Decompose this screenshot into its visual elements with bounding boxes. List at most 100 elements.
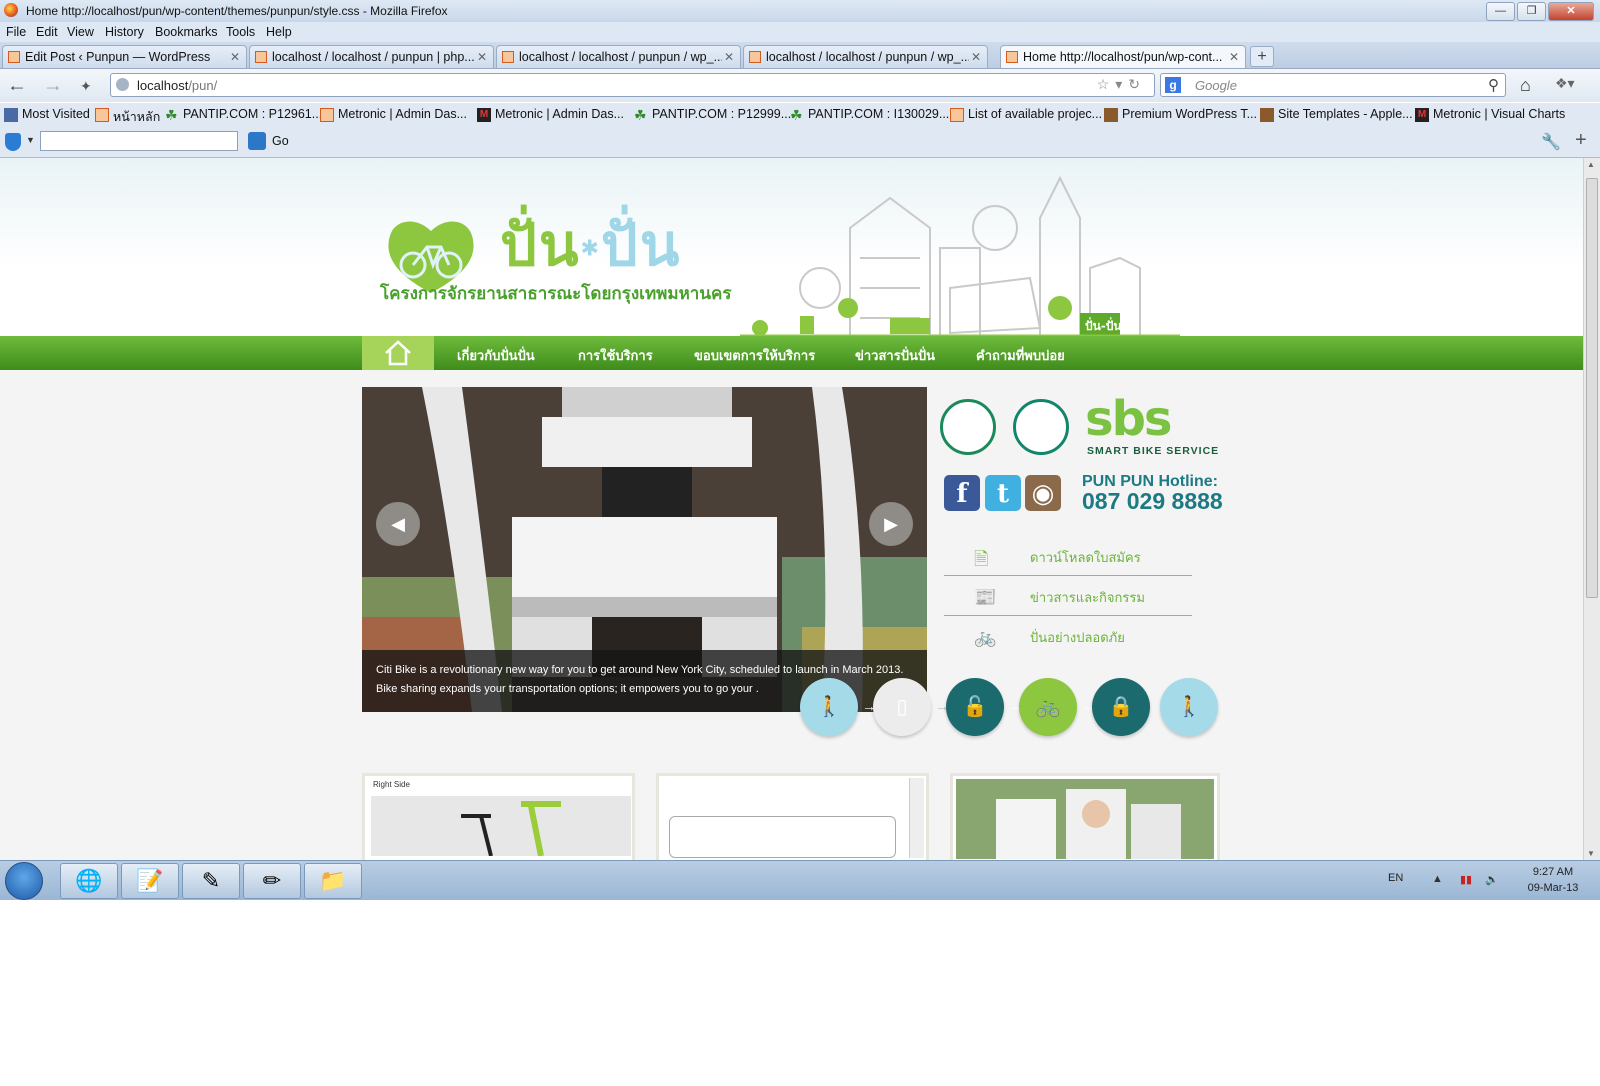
- tab-2[interactable]: localhost / localhost / punpun | php... …: [249, 45, 494, 68]
- close-tab-icon[interactable]: ✕: [230, 50, 240, 64]
- close-tab-icon[interactable]: ✕: [1229, 50, 1239, 64]
- bookmark-item[interactable]: ☘ PANTIP.COM : P12961...: [165, 107, 322, 122]
- tab-5-active[interactable]: Home http://localhost/pun/wp-cont... ✕: [1000, 45, 1246, 68]
- caption-line-1: Citi Bike is a revolutionary new way for…: [376, 664, 904, 676]
- tab-4[interactable]: localhost / localhost / punpun / wp_... …: [743, 45, 988, 68]
- go-icon[interactable]: [248, 132, 266, 150]
- language-indicator[interactable]: EN: [1388, 872, 1403, 884]
- photo-card[interactable]: [950, 773, 1220, 860]
- site-brand: ปั่น✱ปั่น: [500, 211, 682, 279]
- slider-next-button[interactable]: ▶: [869, 502, 913, 546]
- taskbar-notepad[interactable]: ✏: [243, 863, 301, 899]
- walk-icon: 🚶: [800, 678, 858, 736]
- nav-home-button[interactable]: [362, 336, 434, 370]
- show-hidden-icons-icon[interactable]: ▲: [1432, 873, 1443, 885]
- new-tab-button[interactable]: +: [1250, 46, 1274, 67]
- taskbar-editor[interactable]: 📝: [121, 863, 179, 899]
- nav-about[interactable]: เกี่ยวกับปั่นปั่น: [457, 345, 535, 366]
- taskbar-firefox[interactable]: 🌐: [60, 863, 118, 899]
- menu-edit[interactable]: Edit: [36, 25, 58, 39]
- url-bar-actions[interactable]: ☆▾↻: [1097, 76, 1146, 93]
- menu-history[interactable]: History: [105, 25, 144, 39]
- nav-service[interactable]: การใช้บริการ: [578, 345, 653, 366]
- forward-icon[interactable]: 🠂: [46, 76, 60, 105]
- taskbar-folder[interactable]: 📁: [304, 863, 362, 899]
- menu-bookmarks[interactable]: Bookmarks: [155, 25, 218, 39]
- bookmark-item[interactable]: หน้าหลัก: [95, 107, 160, 127]
- tab-label: localhost / localhost / punpun / wp_...: [519, 50, 722, 64]
- chevron-down-icon[interactable]: ▼: [26, 135, 35, 145]
- menu-tools[interactable]: Tools: [226, 25, 255, 39]
- history-icon[interactable]: ✦: [80, 78, 92, 95]
- toolbar-search-input[interactable]: [40, 131, 238, 151]
- scroll-down-icon[interactable]: ▼: [1587, 849, 1595, 858]
- menu-file[interactable]: File: [6, 25, 26, 39]
- url-bar[interactable]: localhost/pun/ ☆▾↻: [110, 73, 1155, 97]
- cactus-icon: ☘: [634, 107, 647, 123]
- xampp-icon: [1006, 51, 1018, 63]
- nav-coverage[interactable]: ขอบเขตการให้บริการ: [694, 345, 815, 366]
- news-activities-link[interactable]: 📰 ข่าวสารและกิจกรรม: [944, 575, 1192, 616]
- volume-icon[interactable]: 🔈: [1485, 873, 1499, 886]
- add-toolbar-icon[interactable]: +: [1575, 129, 1587, 152]
- close-tab-icon[interactable]: ✕: [477, 50, 487, 64]
- slider-prev-button[interactable]: ◀: [376, 502, 420, 546]
- tab-3[interactable]: localhost / localhost / punpun / wp_... …: [496, 45, 741, 68]
- back-icon[interactable]: 🠀: [10, 76, 24, 105]
- bookmark-item[interactable]: ☘ PANTIP.COM : I130029...: [790, 107, 949, 122]
- url-text: localhost/pun/: [137, 78, 218, 93]
- tab-1[interactable]: Edit Post ‹ Punpun — WordPress ✕: [2, 45, 247, 68]
- twitter-icon[interactable]: t: [985, 475, 1021, 511]
- newspaper-icon: 📰: [974, 587, 997, 607]
- bookmark-item[interactable]: Site Templates - Apple...: [1260, 107, 1413, 122]
- bike-part-card[interactable]: Right Side: [362, 773, 635, 860]
- menu-help[interactable]: Help: [266, 25, 292, 39]
- tab-bar: Edit Post ‹ Punpun — WordPress ✕ localho…: [0, 42, 1600, 69]
- clock-time[interactable]: 9:27 AM: [1518, 866, 1588, 878]
- go-button[interactable]: Go: [272, 134, 289, 148]
- taskbar-eraser[interactable]: ✎: [182, 863, 240, 899]
- close-tab-icon[interactable]: ✕: [724, 50, 734, 64]
- bookmark-item[interactable]: List of available projec...: [950, 107, 1102, 122]
- start-button[interactable]: [5, 862, 43, 900]
- wrench-icon[interactable]: 🔧: [1541, 132, 1561, 152]
- bookmark-most-visited[interactable]: Most Visited: [4, 107, 90, 122]
- bookmark-item[interactable]: Premium WordPress T...: [1104, 107, 1257, 122]
- download-application-link[interactable]: 🗎 ดาวน์โหลดใบสมัคร: [944, 535, 1192, 576]
- image-slider[interactable]: ◀ ▶ Citi Bike is a revolutionary new way…: [362, 387, 927, 712]
- home-icon[interactable]: ⌂: [1520, 75, 1531, 96]
- ride-safely-link[interactable]: 🚲 ปั่นอย่างปลอดภัย: [944, 615, 1192, 655]
- link-label: ข่าวสารและกิจกรรม: [1030, 591, 1145, 606]
- bookmark-item[interactable]: Metronic | Admin Das...: [320, 107, 467, 122]
- menu-view[interactable]: View: [67, 25, 94, 39]
- city-sign-label: ปั่น-ปั่น: [1085, 317, 1122, 333]
- bookmark-item[interactable]: M Metronic | Admin Das...: [477, 107, 624, 122]
- feed-textbox[interactable]: [669, 816, 896, 858]
- nav-news[interactable]: ข่าวสารปั่นปั่น: [855, 345, 935, 366]
- document-icon: 🗎: [974, 549, 989, 569]
- shield-icon[interactable]: [5, 133, 21, 151]
- clock-date[interactable]: 09-Mar-13: [1518, 882, 1588, 894]
- search-icon[interactable]: ⚲: [1488, 76, 1499, 94]
- google-icon[interactable]: g: [1165, 77, 1181, 93]
- search-box[interactable]: g Google ⚲: [1160, 73, 1506, 97]
- network-icon[interactable]: ▮▮: [1460, 873, 1472, 886]
- close-tab-icon[interactable]: ✕: [971, 50, 981, 64]
- feed-scrollbar[interactable]: [909, 778, 924, 858]
- close-button[interactable]: ✕: [1548, 2, 1594, 21]
- sidebar: sbs SMART BIKE SERVICE f t ◉ PUN PUN Hot…: [940, 387, 1230, 727]
- feed-card[interactable]: [656, 773, 929, 860]
- bookmark-item[interactable]: ☘ PANTIP.COM : P12999...: [634, 107, 791, 123]
- extension-icon[interactable]: ❖▾: [1555, 75, 1575, 92]
- instagram-icon[interactable]: ◉: [1025, 475, 1061, 511]
- firefox-icon: [4, 3, 18, 17]
- minimize-button[interactable]: —: [1486, 2, 1515, 21]
- nav-faq[interactable]: คำถามที่พบบ่อย: [976, 345, 1065, 366]
- search-placeholder: Google: [1195, 78, 1237, 93]
- page-scrollbar[interactable]: ▲ ▼: [1583, 158, 1600, 860]
- bookmark-item[interactable]: M Metronic | Visual Charts: [1415, 107, 1565, 122]
- maximize-button[interactable]: ❐: [1517, 2, 1546, 21]
- scroll-thumb[interactable]: [1586, 178, 1598, 598]
- scroll-up-icon[interactable]: ▲: [1587, 160, 1595, 169]
- facebook-icon[interactable]: f: [944, 475, 980, 511]
